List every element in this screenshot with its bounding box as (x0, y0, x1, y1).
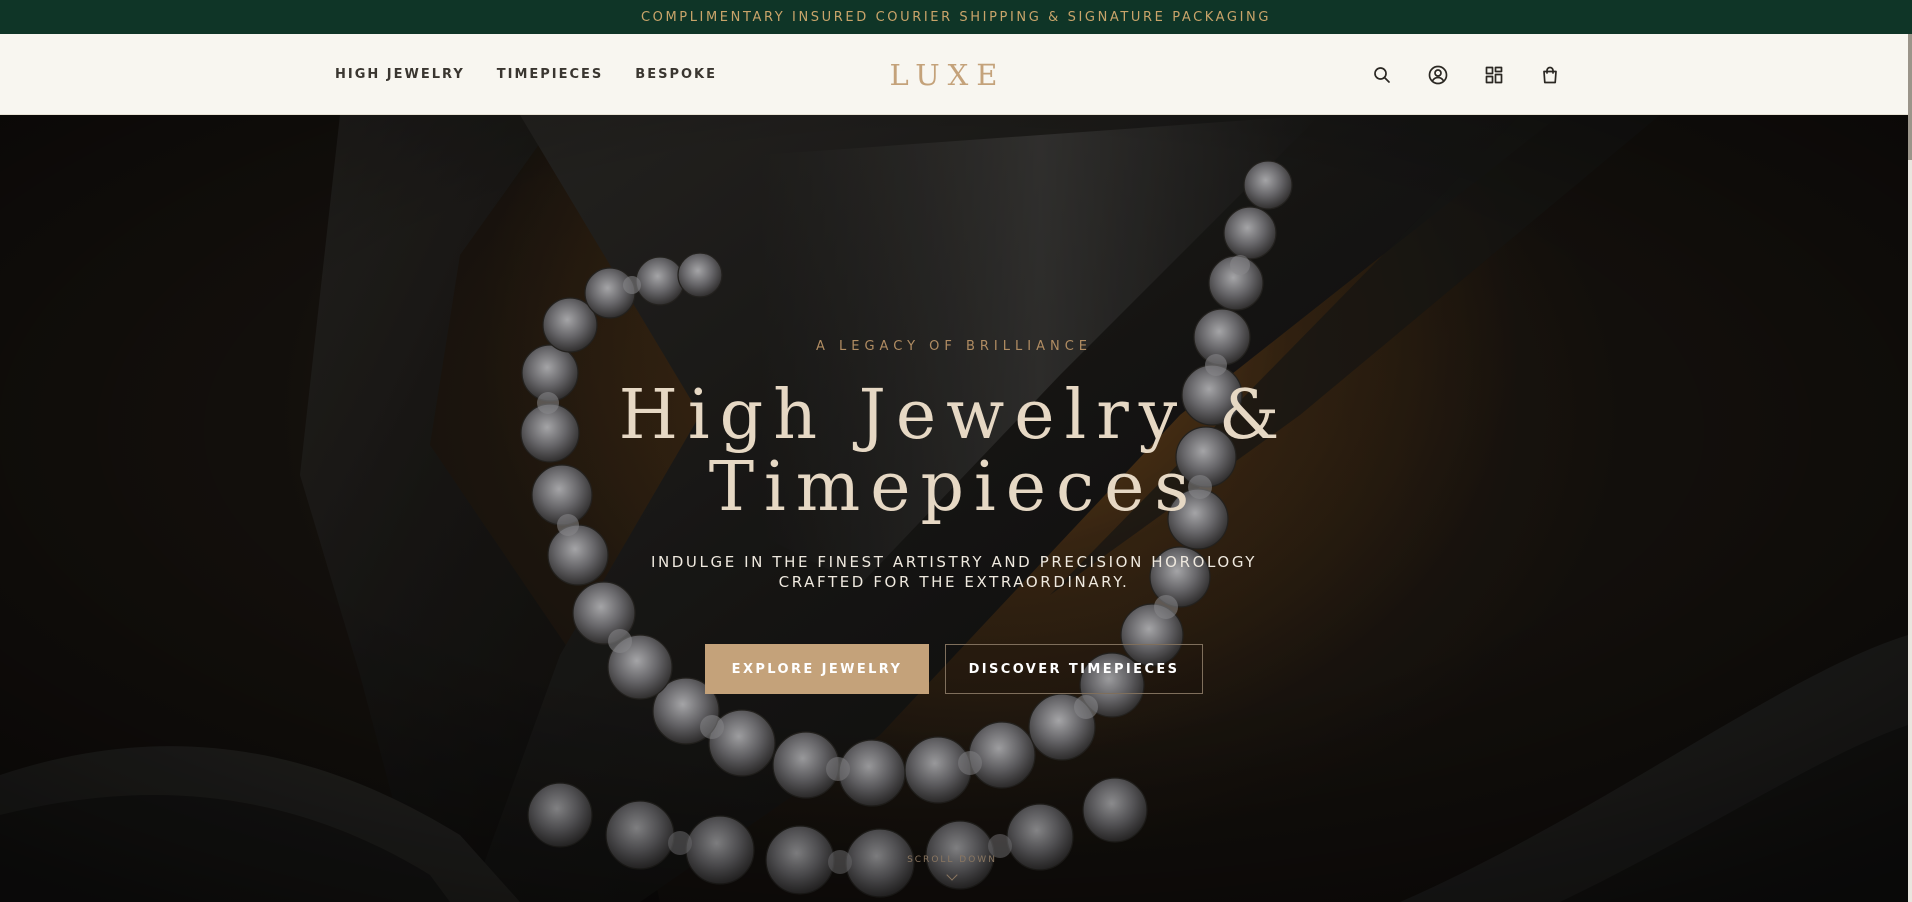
logo-wrap: LUXE (0, 34, 1895, 115)
page-scrollbar[interactable] (1908, 34, 1912, 902)
hero-subtitle-line-1: INDULGE IN THE FINEST ARTISTRY AND PRECI… (650, 553, 1258, 571)
announcement-bar: COMPLIMENTARY INSURED COURIER SHIPPING &… (0, 0, 1912, 34)
account-icon[interactable] (1428, 65, 1448, 85)
discover-timepieces-button[interactable]: DISCOVER TIMEPIECES (945, 644, 1203, 694)
site-header: HIGH JEWELRY TIMEPIECES BESPOKE LUXE (0, 34, 1908, 115)
hero-content: A LEGACY OF BRILLIANCE High Jewelry & Ti… (0, 115, 1908, 902)
explore-jewelry-button[interactable]: EXPLORE JEWELRY (705, 644, 929, 694)
main-nav: HIGH JEWELRY TIMEPIECES BESPOKE (335, 34, 717, 115)
scroll-label: SCROLL DOWN (907, 855, 997, 865)
hero-title: High Jewelry & Timepieces (619, 380, 1290, 524)
announcement-text: COMPLIMENTARY INSURED COURIER SHIPPING &… (640, 9, 1272, 25)
nav-timepieces[interactable]: TIMEPIECES (497, 67, 604, 82)
chevron-down-icon (946, 869, 958, 881)
hero-eyebrow: A LEGACY OF BRILLIANCE (816, 339, 1092, 354)
hero-title-line-2: Timepieces (708, 448, 1200, 527)
hero-subtitle: INDULGE IN THE FINEST ARTISTRY AND PRECI… (634, 552, 1274, 592)
header-icons (1372, 34, 1560, 115)
hero-section: A LEGACY OF BRILLIANCE High Jewelry & Ti… (0, 115, 1908, 902)
scrollbar-thumb[interactable] (1908, 34, 1912, 160)
nav-bespoke[interactable]: BESPOKE (635, 67, 717, 82)
hero-cta-group: EXPLORE JEWELRY DISCOVER TIMEPIECES (705, 644, 1203, 694)
logo[interactable]: LUXE (890, 58, 1006, 92)
grid-icon[interactable] (1484, 65, 1504, 85)
shopping-bag-icon[interactable] (1540, 65, 1560, 85)
hero-title-line-1: High Jewelry & (618, 376, 1290, 455)
nav-high-jewelry[interactable]: HIGH JEWELRY (335, 67, 465, 82)
hero-subtitle-line-2: CRAFTED FOR THE EXTRAORDINARY. (778, 573, 1130, 591)
search-icon[interactable] (1372, 65, 1392, 85)
scroll-indicator[interactable]: SCROLL DOWN (0, 855, 1904, 881)
